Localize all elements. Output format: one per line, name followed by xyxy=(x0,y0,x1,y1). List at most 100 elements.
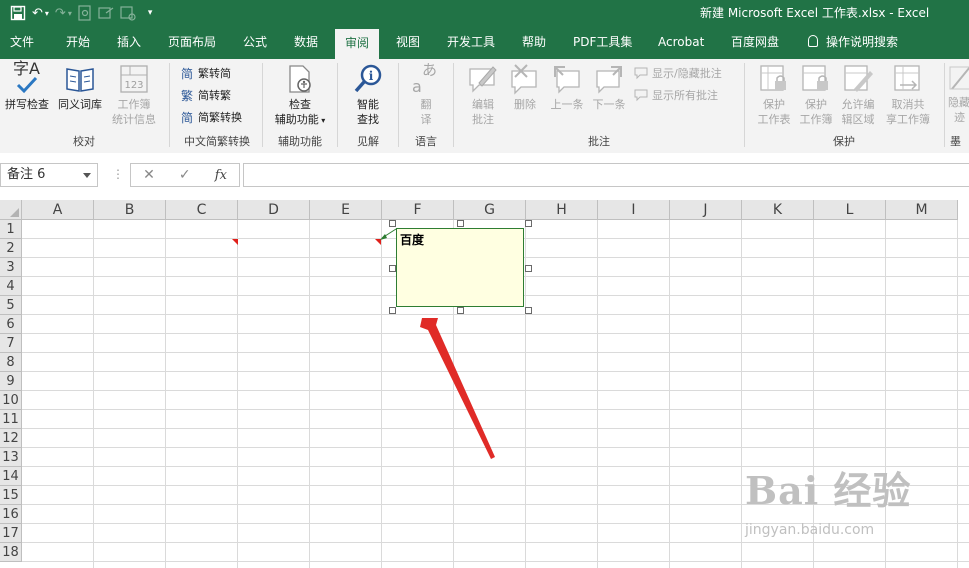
resize-handle[interactable] xyxy=(389,307,396,314)
allow-edit-ranges-label-2: 辑区域 xyxy=(841,113,875,126)
tab-home[interactable]: 开始 xyxy=(66,26,90,59)
unshare-workbook-label-1: 取消共 xyxy=(891,98,925,111)
spelling-label: 拼写检查 xyxy=(5,98,49,111)
next-comment-button[interactable]: 下一条 xyxy=(589,63,629,112)
comment-box[interactable]: 百度 xyxy=(396,228,524,307)
tab-pdf-tools[interactable]: PDF工具集 xyxy=(573,26,632,59)
resize-handle[interactable] xyxy=(525,220,532,227)
chinese-convert-icon: 简 xyxy=(180,110,193,125)
save-icon xyxy=(10,5,26,21)
smart-lookup-button[interactable]: i 智能 查找 xyxy=(345,63,391,127)
translate-button[interactable]: あ a 翻 译 xyxy=(408,63,444,127)
group-ink-label: 墨 xyxy=(950,135,961,148)
resize-handle[interactable] xyxy=(457,307,464,314)
cancel-icon[interactable]: ✕ xyxy=(143,167,155,183)
simplified-to-traditional-icon: 繁 xyxy=(180,88,193,103)
spelling-icon: 字A xyxy=(11,61,43,95)
show-hide-comment-button[interactable]: 显示/隐藏批注 xyxy=(633,63,722,83)
accessibility-icon xyxy=(284,63,316,95)
red-arrow-icon xyxy=(420,318,495,459)
protect-sheet-button[interactable]: 保护 工作表 xyxy=(752,63,796,127)
watermark-logo-text: Bai 经验 xyxy=(745,468,912,513)
allow-edit-ranges-button[interactable]: 允许编 辑区域 xyxy=(836,63,880,127)
tab-data[interactable]: 数据 xyxy=(294,26,318,59)
hide-ink-button[interactable]: 隐藏 迹 xyxy=(948,63,969,125)
book-icon xyxy=(64,63,96,95)
worksheet-grid[interactable]: ABCDEFGHIJKLM 1 2 3 4 5 6 7 8 9 10 11 12 13 14 15 16 17 1… xyxy=(0,200,969,568)
watermark-url: jingyan.baidu.com xyxy=(745,522,875,538)
formula-bar: 备注 6 ⋮ ✕ ✓ fx xyxy=(0,153,969,200)
group-separator xyxy=(262,63,263,147)
resize-handle[interactable] xyxy=(525,265,532,272)
group-insights: i 智能 查找 见解 xyxy=(339,59,397,153)
title-bar: ↶ ▾ ↷ ▾ ▾ 新建 Microsoft Excel 工作表.xlsx - Ex… xyxy=(0,0,969,26)
resize-handle[interactable] xyxy=(457,220,464,227)
name-box[interactable]: 备注 6 xyxy=(0,163,98,187)
comment-icon xyxy=(633,65,649,81)
tab-baidu-netdisk[interactable]: 百度网盘 xyxy=(731,26,779,59)
tab-insert[interactable]: 插入 xyxy=(117,26,141,59)
delete-comment-button[interactable]: 删除 xyxy=(507,63,543,112)
tell-me-search[interactable]: 操作说明搜索 xyxy=(808,26,898,59)
tab-acrobat[interactable]: Acrobat xyxy=(658,26,704,59)
tab-view[interactable]: 视图 xyxy=(396,26,420,59)
share-button[interactable] xyxy=(98,3,114,23)
traditional-to-simplified-button[interactable]: 简繁转简 xyxy=(179,63,231,83)
track-button[interactable] xyxy=(120,3,136,23)
formula-input[interactable] xyxy=(243,163,969,187)
allow-edit-ranges-label-1: 允许编 xyxy=(841,98,875,111)
tab-file[interactable]: 文件 xyxy=(10,26,34,59)
enter-icon[interactable]: ✓ xyxy=(179,167,191,183)
insert-function-icon[interactable]: fx xyxy=(215,168,227,183)
resize-handle[interactable] xyxy=(389,265,396,272)
show-all-comments-button[interactable]: 显示所有批注 xyxy=(633,85,718,105)
edit-comment-button[interactable]: 编辑 批注 xyxy=(463,63,503,127)
save-button[interactable] xyxy=(10,3,26,23)
group-protect: 保护 工作表 保护 工作簿 允许编 辑区域 取消共 享工作簿 保护 xyxy=(746,59,942,153)
customize-qat-button[interactable]: ▾ xyxy=(148,3,153,23)
group-ink: 隐藏 迹 墨 xyxy=(946,59,969,153)
group-chinese-conversion: 简繁转简 繁简转繁 简简繁转换 中文简繁转换 xyxy=(172,59,262,153)
group-comments: 编辑 批注 删除 上一条 下一条 显示/隐藏批注 显示所有批注 批注 xyxy=(455,59,743,153)
group-separator xyxy=(944,63,945,147)
delete-comment-icon xyxy=(509,63,541,95)
name-box-value: 备注 6 xyxy=(7,167,46,182)
tab-help[interactable]: 帮助 xyxy=(522,26,546,59)
protect-sheet-icon xyxy=(758,63,790,95)
tab-page-layout[interactable]: 页面布局 xyxy=(168,26,216,59)
unshare-workbook-button[interactable]: 取消共 享工作簿 xyxy=(878,63,938,127)
simplified-to-traditional-button[interactable]: 繁简转繁 xyxy=(179,85,231,105)
print-preview-button[interactable] xyxy=(78,3,92,23)
thesaurus-button[interactable]: 同义词库 xyxy=(54,63,106,112)
more-options-icon[interactable]: ⋮ xyxy=(112,167,124,181)
tab-formulas[interactable]: 公式 xyxy=(243,26,267,59)
check-accessibility-button[interactable]: 检查 辅助功能 ▾ xyxy=(268,63,332,128)
unshare-workbook-label-2: 享工作簿 xyxy=(886,113,930,126)
tab-review[interactable]: 审阅 xyxy=(335,29,380,59)
group-language: あ a 翻 译 语言 xyxy=(400,59,452,153)
window-title: 新建 Microsoft Excel 工作表.xlsx - Excel xyxy=(700,6,930,20)
previous-comment-button[interactable]: 上一条 xyxy=(547,63,587,112)
smart-lookup-label-1: 智能 xyxy=(357,98,379,111)
print-preview-icon xyxy=(78,5,91,21)
undo-button[interactable]: ↶ ▾ xyxy=(32,3,49,23)
thesaurus-label: 同义词库 xyxy=(58,98,102,111)
workbook-statistics-button[interactable]: 123 工作簿 统计信息 xyxy=(106,63,162,127)
spelling-button[interactable]: 字A 拼写检查 xyxy=(2,61,52,112)
svg-text:i: i xyxy=(369,69,374,83)
statistics-icon: 123 xyxy=(118,63,150,95)
redo-button[interactable]: ↷ ▾ xyxy=(55,3,72,23)
resize-handle[interactable] xyxy=(389,220,396,227)
group-separator xyxy=(744,63,745,147)
protect-workbook-icon xyxy=(800,63,832,95)
protect-workbook-button[interactable]: 保护 工作簿 xyxy=(794,63,838,127)
edit-comment-label-2: 批注 xyxy=(472,113,494,126)
allow-edit-ranges-icon xyxy=(842,63,874,95)
quick-access-toolbar: ↶ ▾ ↷ ▾ ▾ xyxy=(10,3,152,23)
chevron-down-icon[interactable] xyxy=(83,173,91,178)
translate-label-2: 译 xyxy=(420,113,432,126)
share-icon xyxy=(98,7,114,19)
chinese-convert-button[interactable]: 简简繁转换 xyxy=(179,107,242,127)
tab-developer[interactable]: 开发工具 xyxy=(447,26,495,59)
resize-handle[interactable] xyxy=(525,307,532,314)
